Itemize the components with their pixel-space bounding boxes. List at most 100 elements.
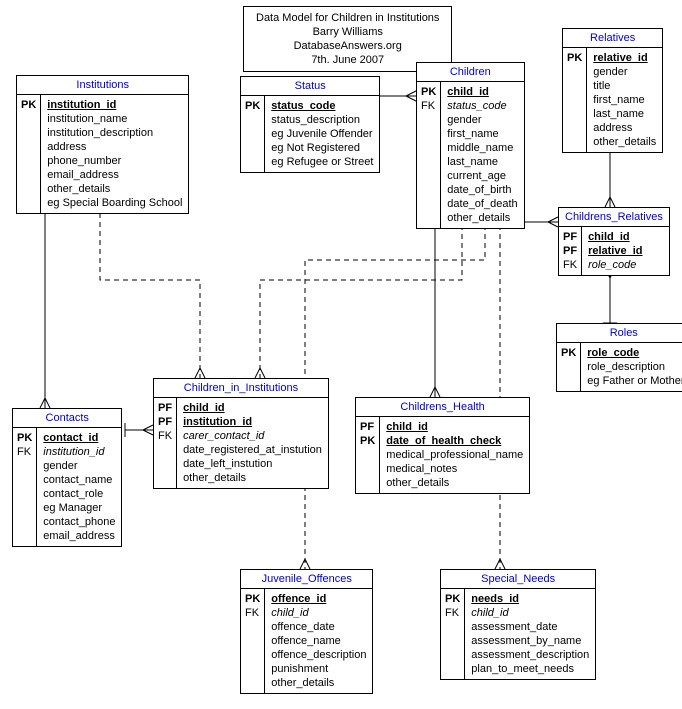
attribute: punishment — [271, 662, 366, 676]
key-indicator — [21, 168, 36, 182]
key-indicator — [567, 79, 582, 93]
attribute: status_code — [447, 99, 517, 113]
attribute: institution_description — [47, 126, 182, 140]
attribute: date_left_instution — [183, 457, 322, 471]
key-indicator — [561, 360, 576, 374]
entity-childrens-health: Childrens_Health PFPK child_iddate_of_hea… — [355, 397, 530, 494]
attribute: eg Manager — [43, 501, 115, 515]
key-indicator — [421, 197, 436, 211]
key-indicator — [421, 169, 436, 183]
key-indicator — [21, 196, 36, 210]
key-indicator: PF — [158, 415, 172, 429]
attribute: institution_id — [47, 98, 182, 112]
entity-title: Childrens_Relatives — [559, 208, 669, 227]
attribute: child_id — [471, 606, 589, 620]
key-indicator — [17, 501, 32, 515]
key-indicator: FK — [17, 445, 32, 459]
attribute: institution_id — [43, 445, 115, 459]
attribute: gender — [447, 113, 517, 127]
key-indicator — [561, 374, 576, 388]
attribute: assessment_date — [471, 620, 589, 634]
attribute: first_name — [447, 127, 517, 141]
attribute: eg Father or Mother — [587, 374, 682, 388]
attribute: title — [593, 79, 656, 93]
key-indicator: PF — [563, 244, 577, 258]
attribute: other_details — [386, 476, 523, 490]
key-indicator: PK — [445, 592, 460, 606]
key-indicator — [421, 127, 436, 141]
attribute: role_code — [588, 258, 642, 272]
key-indicator: PF — [360, 420, 375, 434]
attribute: child_id — [447, 85, 517, 99]
key-indicator: FK — [563, 258, 577, 272]
entity-title: Roles — [557, 324, 682, 343]
key-indicator — [245, 648, 260, 662]
entity-institutions: InstitutionsPK institution_idinstitution… — [16, 75, 189, 214]
attribute: last_name — [593, 107, 656, 121]
attribute: child_id — [183, 401, 322, 415]
key-indicator: PK — [567, 51, 582, 65]
attribute: role_code — [587, 346, 682, 360]
key-indicator — [17, 459, 32, 473]
title-line: Data Model for Children in Institutions — [256, 11, 439, 25]
key-indicator — [158, 443, 172, 457]
attribute: offence_date — [271, 620, 366, 634]
key-indicator — [421, 183, 436, 197]
entity-contacts: ContactsPKFK contact_idinstitution_idgen… — [12, 408, 122, 547]
attribute: contact_role — [43, 487, 115, 501]
entity-title: Institutions — [17, 76, 188, 95]
entity-children: ChildrenPKFK child_idstatus_codegenderfi… — [416, 62, 525, 229]
key-indicator — [17, 487, 32, 501]
key-indicator — [360, 448, 375, 462]
key-indicator — [360, 476, 375, 490]
attribute: date_of_death — [447, 197, 517, 211]
entity-title: Relatives — [563, 29, 662, 48]
key-indicator — [21, 140, 36, 154]
attribute: needs_id — [471, 592, 589, 606]
attribute: assessment_description — [471, 648, 589, 662]
attribute: eg Juvenile Offender — [271, 127, 373, 141]
attribute: phone_number — [47, 154, 182, 168]
attribute: contact_id — [43, 431, 115, 445]
key-indicator: FK — [445, 606, 460, 620]
attribute: role_description — [587, 360, 682, 374]
key-indicator — [21, 154, 36, 168]
key-indicator — [567, 135, 582, 149]
attribute: contact_phone — [43, 515, 115, 529]
key-indicator — [445, 634, 460, 648]
attribute: other_details — [447, 211, 517, 225]
entity-special-needs: Special_NeedsPKFK needs_idchild_idassess… — [440, 569, 596, 680]
title-line: 7th. June 2007 — [256, 53, 439, 67]
attribute: relative_id — [588, 244, 642, 258]
attribute: date_of_health_check — [386, 434, 523, 448]
key-indicator: PK — [561, 346, 576, 360]
attribute: status_description — [271, 113, 373, 127]
attribute: current_age — [447, 169, 517, 183]
key-indicator — [158, 457, 172, 471]
key-indicator: PF — [158, 401, 172, 415]
entity-juvenile-offences: Juvenile_OffencesPKFK offence_idchild_id… — [240, 569, 373, 694]
entity-title: Children_in_Institutions — [154, 379, 328, 398]
key-indicator — [158, 471, 172, 485]
attribute: institution_id — [183, 415, 322, 429]
attribute: eg Special Boarding School — [47, 196, 182, 210]
attribute: child_id — [386, 420, 523, 434]
attribute: email_address — [47, 168, 182, 182]
attribute: institution_name — [47, 112, 182, 126]
attribute: carer_contact_id — [183, 429, 322, 443]
attribute: contact_name — [43, 473, 115, 487]
key-indicator — [567, 93, 582, 107]
attribute: medical_notes — [386, 462, 523, 476]
attribute: plan_to_meet_needs — [471, 662, 589, 676]
attribute: gender — [43, 459, 115, 473]
key-indicator: FK — [245, 606, 260, 620]
entity-title: Childrens_Health — [356, 398, 529, 417]
key-indicator — [421, 155, 436, 169]
title-line: Barry Williams — [256, 25, 439, 39]
key-indicator: PK — [360, 434, 375, 448]
attribute: relative_id — [593, 51, 656, 65]
key-indicator — [567, 121, 582, 135]
key-indicator — [245, 155, 260, 169]
attribute: child_id — [271, 606, 366, 620]
key-indicator — [421, 141, 436, 155]
